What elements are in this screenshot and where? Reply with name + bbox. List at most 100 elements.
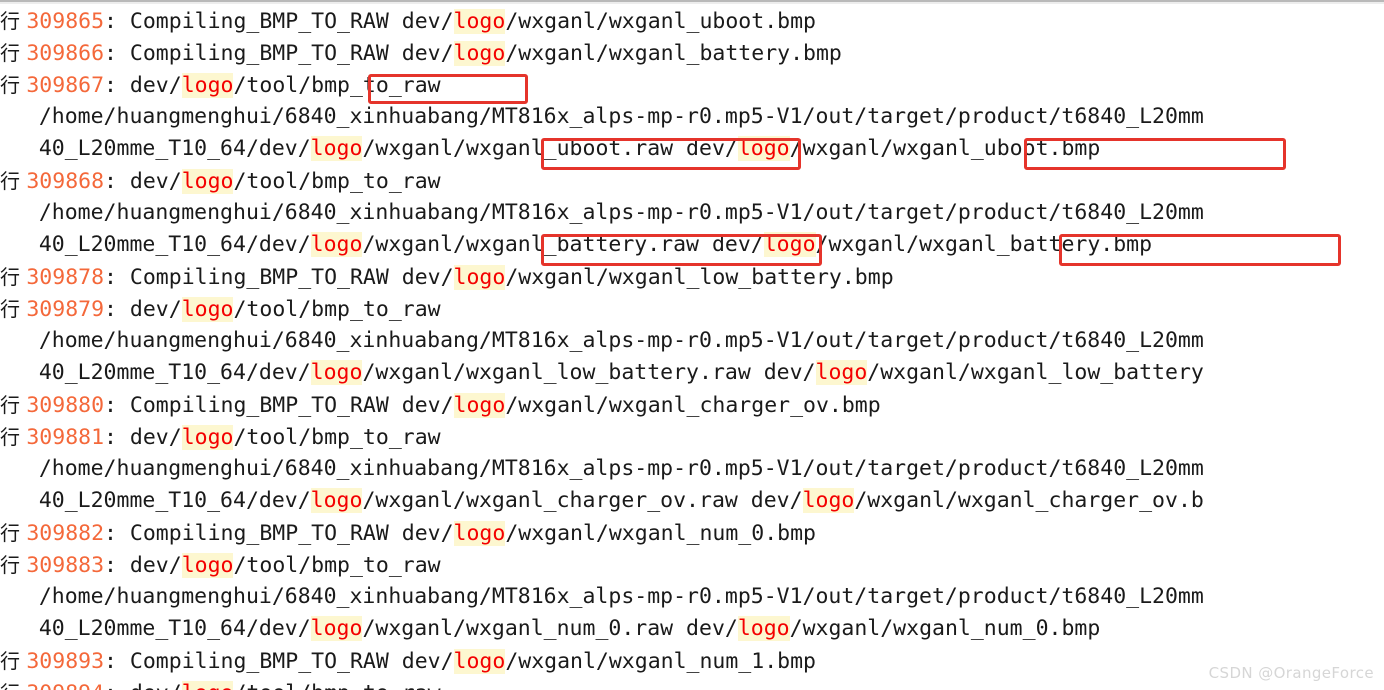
line-number-separator: : — [104, 41, 130, 66]
line-number-separator: : — [104, 649, 130, 674]
log-text: /wxganl/wxganl_uboot.bmp — [789, 136, 1101, 161]
search-match-highlight: logo — [181, 425, 234, 450]
line-number-separator: : — [104, 521, 130, 546]
log-text: dev/ — [129, 553, 182, 578]
log-line-continuation[interactable]: 40_L20mme_T10_64/dev/logo/wxganl/wxganl_… — [0, 357, 1384, 389]
log-text: /wxganl/wxganl_battery.bmp — [505, 41, 842, 66]
line-number: 309893 — [26, 649, 105, 674]
log-text: /home/huangmenghui/6840_xinhuabang/MT816… — [0, 456, 1204, 481]
line-prefix-marker: 行 — [0, 649, 27, 673]
log-text: /tool/bmp_to_raw — [233, 169, 441, 194]
log-text: /tool/bmp_to_raw — [233, 553, 441, 578]
log-text: /wxganl/wxganl_low_battery.raw dev/ — [362, 360, 816, 385]
line-prefix-marker: 行 — [0, 73, 27, 97]
log-line[interactable]: 行 309882: Compiling_BMP_TO_RAW dev/logo/… — [0, 517, 1384, 549]
search-match-highlight: logo — [310, 616, 363, 641]
line-number-separator: : — [104, 297, 130, 322]
log-text: Compiling_BMP_TO_RAW dev/ — [129, 393, 454, 418]
line-prefix-marker: 行 — [0, 297, 27, 321]
log-text: 40_L20mme_T10_64/dev/ — [0, 616, 311, 641]
log-text: /wxganl/wxganl_battery.bmp — [815, 232, 1153, 257]
search-match-highlight: logo — [310, 136, 363, 161]
line-prefix-marker: 行 — [0, 521, 27, 545]
line-number: 309878 — [26, 265, 105, 290]
search-match-highlight: logo — [453, 41, 506, 66]
log-line[interactable]: 行 309867: dev/logo/tool/bmp_to_raw — [0, 69, 1384, 101]
log-line[interactable]: 行 309878: Compiling_BMP_TO_RAW dev/logo/… — [0, 261, 1384, 293]
log-line[interactable]: 行 309866: Compiling_BMP_TO_RAW dev/logo/… — [0, 37, 1384, 69]
search-match-highlight: logo — [181, 553, 234, 578]
log-line-continuation[interactable]: 40_L20mme_T10_64/dev/logo/wxganl/wxganl_… — [0, 229, 1384, 261]
log-text: /home/huangmenghui/6840_xinhuabang/MT816… — [0, 328, 1204, 353]
line-number-separator: : — [104, 73, 130, 98]
log-text: dev/ — [129, 73, 182, 98]
log-text: 40_L20mme_T10_64/dev/ — [0, 232, 311, 257]
log-line[interactable]: 行 309881: dev/logo/tool/bmp_to_raw — [0, 421, 1384, 453]
search-match-highlight: logo — [310, 360, 363, 385]
line-number-separator: : — [104, 265, 130, 290]
log-text: /home/huangmenghui/6840_xinhuabang/MT816… — [0, 104, 1204, 129]
log-text: /wxganl/wxganl_num_0.bmp — [505, 521, 816, 546]
line-number: 309868 — [26, 169, 105, 194]
line-prefix-marker: 行 — [0, 393, 27, 417]
line-number-separator: : — [104, 681, 130, 690]
log-text: Compiling_BMP_TO_RAW dev/ — [129, 649, 454, 674]
line-number: 309882 — [26, 521, 105, 546]
log-line-continuation[interactable]: /home/huangmenghui/6840_xinhuabang/MT816… — [0, 453, 1384, 485]
log-text: /tool/bmp_to_raw — [233, 425, 441, 450]
line-number-separator: : — [104, 393, 130, 418]
log-text: /wxganl/wxganl_low_battery — [867, 360, 1204, 385]
log-text: Compiling_BMP_TO_RAW dev/ — [129, 41, 454, 66]
line-number-separator: : — [104, 169, 130, 194]
line-prefix-marker: 行 — [0, 41, 27, 65]
search-match-highlight: logo — [453, 393, 506, 418]
log-line-continuation[interactable]: 40_L20mme_T10_64/dev/logo/wxganl/wxganl_… — [0, 613, 1384, 645]
log-line-continuation[interactable]: 40_L20mme_T10_64/dev/logo/wxganl/wxganl_… — [0, 133, 1384, 165]
log-text: /wxganl/wxganl_battery.raw dev/ — [362, 232, 764, 257]
log-text: dev/ — [129, 425, 182, 450]
log-text: /wxganl/wxganl_num_0.bmp — [789, 616, 1101, 641]
search-match-highlight: logo — [453, 649, 506, 674]
log-text-viewer[interactable]: 行 309865: Compiling_BMP_TO_RAW dev/logo/… — [0, 0, 1384, 690]
log-line-continuation[interactable]: /home/huangmenghui/6840_xinhuabang/MT816… — [0, 325, 1384, 357]
log-text: /wxganl/wxganl_num_0.raw dev/ — [362, 616, 738, 641]
log-text: 40_L20mme_T10_64/dev/ — [0, 360, 311, 385]
log-line[interactable]: 行 309893: Compiling_BMP_TO_RAW dev/logo/… — [0, 645, 1384, 677]
log-line-continuation[interactable]: /home/huangmenghui/6840_xinhuabang/MT816… — [0, 581, 1384, 613]
log-line[interactable]: 行 309894: dev/logo/tool/bmp_to_raw — [0, 677, 1384, 690]
log-text: /wxganl/wxganl_charger_ov.raw dev/ — [362, 488, 803, 513]
search-match-highlight: logo — [737, 616, 790, 641]
search-match-highlight: logo — [815, 360, 868, 385]
log-line-continuation[interactable]: /home/huangmenghui/6840_xinhuabang/MT816… — [0, 197, 1384, 229]
log-line-continuation[interactable]: /home/huangmenghui/6840_xinhuabang/MT816… — [0, 101, 1384, 133]
log-text: /home/huangmenghui/6840_xinhuabang/MT816… — [0, 584, 1204, 609]
log-line[interactable]: 行 309865: Compiling_BMP_TO_RAW dev/logo/… — [0, 5, 1384, 37]
search-match-highlight: logo — [310, 488, 363, 513]
line-number: 309880 — [26, 393, 105, 418]
log-line[interactable]: 行 309868: dev/logo/tool/bmp_to_raw — [0, 165, 1384, 197]
search-match-highlight: logo — [181, 681, 234, 690]
line-number-separator: : — [104, 425, 130, 450]
log-text: /wxganl/wxganl_uboot.raw dev/ — [362, 136, 738, 161]
log-text: 40_L20mme_T10_64/dev/ — [0, 488, 311, 513]
line-number: 309865 — [26, 9, 105, 34]
log-text: /wxganl/wxganl_charger_ov.bmp — [505, 393, 881, 418]
log-line[interactable]: 行 309880: Compiling_BMP_TO_RAW dev/logo/… — [0, 389, 1384, 421]
log-text: Compiling_BMP_TO_RAW dev/ — [129, 521, 454, 546]
log-lines-container: 行 309865: Compiling_BMP_TO_RAW dev/logo/… — [0, 5, 1384, 690]
line-number-separator: : — [104, 553, 130, 578]
log-line-continuation[interactable]: 40_L20mme_T10_64/dev/logo/wxganl/wxganl_… — [0, 485, 1384, 517]
log-line[interactable]: 行 309883: dev/logo/tool/bmp_to_raw — [0, 549, 1384, 581]
log-text: 40_L20mme_T10_64/dev/ — [0, 136, 311, 161]
search-match-highlight: logo — [310, 232, 363, 257]
log-text: /wxganl/wxganl_uboot.bmp — [505, 9, 816, 34]
search-match-highlight: logo — [453, 521, 506, 546]
line-prefix-marker: 行 — [0, 553, 27, 577]
log-text: dev/ — [129, 169, 182, 194]
line-number: 309866 — [26, 41, 105, 66]
log-text: /wxganl/wxganl_num_1.bmp — [505, 649, 816, 674]
search-match-highlight: logo — [737, 136, 790, 161]
log-text: /tool/bmp_to_raw — [233, 681, 440, 690]
log-line[interactable]: 行 309879: dev/logo/tool/bmp_to_raw — [0, 293, 1384, 325]
search-match-highlight: logo — [181, 169, 234, 194]
